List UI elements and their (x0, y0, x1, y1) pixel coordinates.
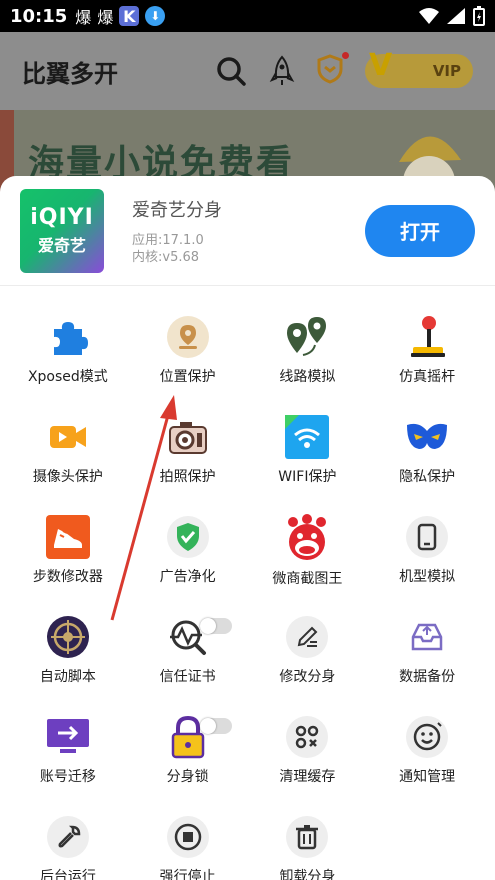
wrench-icon (44, 814, 92, 860)
feature-location-protect[interactable]: 位置保护 (128, 286, 248, 386)
smiley-notice-icon (403, 714, 451, 760)
phone-device-icon (403, 514, 451, 560)
feature-trust-cert[interactable]: 信任证书 (128, 586, 248, 686)
wifi-icon (283, 414, 331, 460)
cell-signal-icon (447, 8, 465, 24)
wifi-signal-icon (419, 8, 439, 24)
clown-icon (283, 514, 331, 562)
shield-badge-icon[interactable] (317, 52, 349, 88)
clock: 10:15 (10, 5, 68, 27)
rocket-icon[interactable] (269, 55, 295, 87)
backup-tray-icon (403, 614, 451, 660)
vip-crown-icon: V (369, 48, 393, 83)
k-app-icon: K (119, 6, 140, 26)
feature-force-stop[interactable]: 强行停止 (128, 786, 248, 880)
photo-camera-icon (164, 414, 212, 460)
iqiyi-app-logo: iQIYI 爱奇艺 (20, 188, 104, 273)
feature-route-sim[interactable]: 线路模拟 (248, 286, 368, 386)
edit-pen-icon (283, 614, 331, 660)
crosshair-icon (44, 614, 92, 660)
route-pins-icon (283, 314, 331, 360)
location-pin-icon (164, 314, 212, 360)
feature-grid: Xposed模式 位置保护 线路模拟 仿真摇杆 摄像头保护 拍照保护 WIFI保… (0, 286, 495, 880)
status-bar: 10:15 爆 爆 K ⬇ (0, 0, 495, 32)
joystick-icon (403, 314, 451, 360)
feature-privacy-protect[interactable]: 隐私保护 (367, 386, 487, 486)
feature-clear-cache[interactable]: 清理缓存 (248, 686, 368, 786)
feature-xposed[interactable]: Xposed模式 (8, 286, 128, 386)
app-action-sheet: iQIYI 爱奇艺 爱奇艺分身 应用:17.1.0 内核:v5.68 打开 Xp… (0, 176, 495, 880)
trash-icon (283, 814, 331, 860)
feature-clone-lock[interactable]: 分身锁 (128, 686, 248, 786)
download-icon: ⬇ (145, 6, 166, 26)
puzzle-icon (44, 314, 92, 360)
feature-auto-script[interactable]: 自动脚本 (8, 586, 128, 686)
notification-icon: 爆 (75, 8, 92, 27)
feature-device-sim[interactable]: 机型模拟 (367, 486, 487, 586)
shoe-icon (44, 514, 92, 560)
app-header: 比翼多开 V VIP (0, 32, 495, 110)
feature-screenshot-king[interactable]: 微商截图王 (248, 486, 368, 587)
video-camera-icon (44, 414, 92, 460)
stop-icon (164, 814, 212, 860)
clean-grid-icon (283, 714, 331, 760)
feature-data-backup[interactable]: 数据备份 (367, 586, 487, 686)
app-info-row: iQIYI 爱奇艺 爱奇艺分身 应用:17.1.0 内核:v5.68 打开 (0, 176, 495, 286)
feature-edit-clone[interactable]: 修改分身 (248, 586, 368, 686)
feature-notify-manage[interactable]: 通知管理 (367, 686, 487, 786)
app-title: 比翼多开 (22, 59, 118, 88)
battery-icon (473, 6, 485, 26)
vip-label: VIP (432, 62, 461, 80)
open-button[interactable]: 打开 (365, 204, 475, 257)
trust-cert-toggle[interactable] (199, 618, 232, 634)
search-icon[interactable] (215, 55, 247, 87)
feature-ad-clean[interactable]: 广告净化 (128, 486, 248, 586)
app-version: 应用:17.1.0 (132, 232, 204, 248)
mask-icon (403, 414, 451, 460)
feature-step-modifier[interactable]: 步数修改器 (8, 486, 128, 586)
feature-background-run[interactable]: 后台运行 (8, 786, 128, 880)
account-transfer-icon (44, 714, 92, 760)
notification-icon: 爆 (97, 8, 114, 27)
shield-check-icon (164, 514, 212, 560)
vip-button[interactable]: V VIP (365, 48, 473, 88)
feature-uninstall-clone[interactable]: 卸载分身 (248, 786, 368, 880)
feature-wifi-protect[interactable]: WIFI保护 (248, 386, 368, 486)
feature-joystick[interactable]: 仿真摇杆 (367, 286, 487, 386)
feature-account-transfer[interactable]: 账号迁移 (8, 686, 128, 786)
feature-photo-protect[interactable]: 拍照保护 (128, 386, 248, 486)
app-name: 爱奇艺分身 (132, 199, 222, 221)
app-kernel: 内核:v5.68 (132, 249, 200, 265)
clone-lock-toggle[interactable] (199, 718, 232, 734)
feature-camera-protect[interactable]: 摄像头保护 (8, 386, 128, 486)
